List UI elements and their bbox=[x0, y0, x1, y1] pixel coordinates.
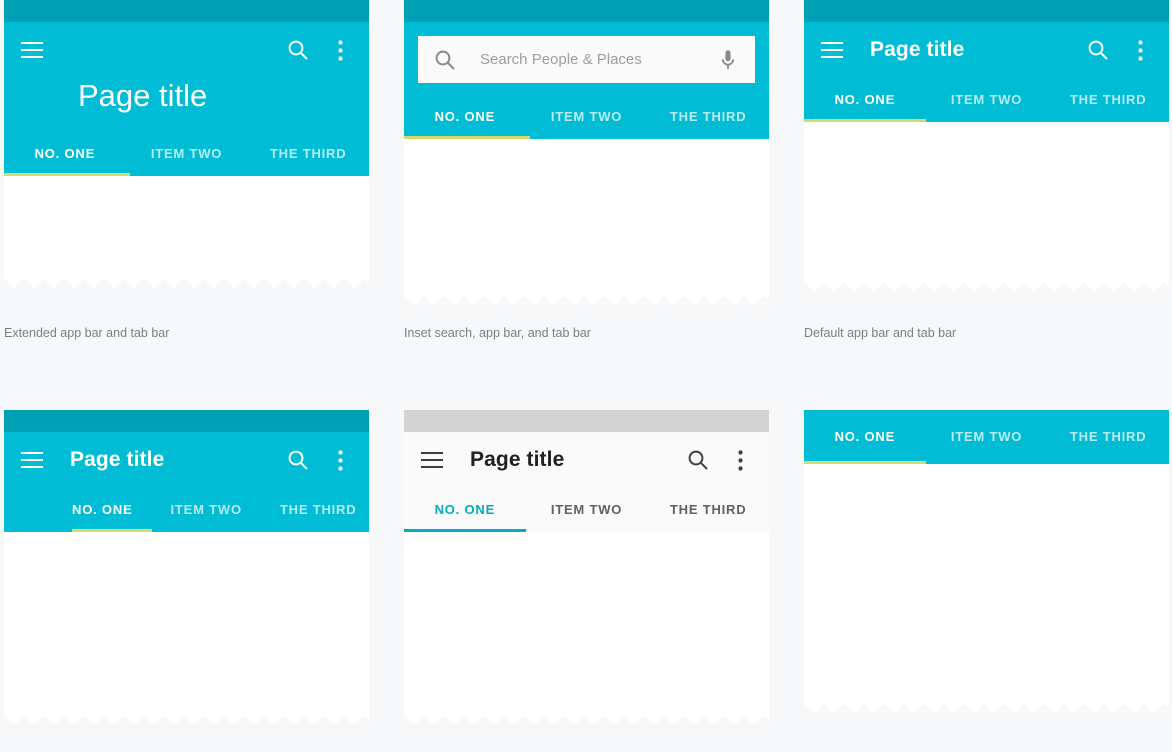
torn-edge bbox=[804, 700, 1169, 713]
tab-the-third[interactable]: THE THIRD bbox=[1047, 78, 1169, 122]
app-bar-row: Page title bbox=[804, 22, 1169, 78]
tab-the-third[interactable]: THE THIRD bbox=[647, 488, 769, 532]
app-bar: Page title NO. ONE ITEM TWO THE THIRD bbox=[4, 432, 369, 532]
tab-item-two[interactable]: ITEM TWO bbox=[526, 95, 648, 139]
app-bar: Page title NO. ONE ITEM TWO THE THIRD bbox=[404, 432, 769, 532]
status-bar bbox=[4, 0, 369, 22]
content-sheet bbox=[804, 122, 1169, 292]
search-input[interactable]: Search People & Places bbox=[480, 51, 715, 68]
phone-frame: Page title NO. ONE ITEM TWO THE THIRD bbox=[804, 0, 1169, 292]
page-title: Page title bbox=[70, 448, 165, 471]
search-icon[interactable] bbox=[685, 447, 711, 473]
status-bar bbox=[4, 410, 369, 432]
app-bar: Page title NO. ONE ITEM TWO THE THIRD bbox=[804, 22, 1169, 122]
page-title: Page title bbox=[78, 78, 208, 113]
app-bar-row: Page title bbox=[404, 432, 769, 488]
tab-no-one[interactable]: NO. ONE bbox=[804, 410, 926, 464]
tab-item-two[interactable]: ITEM TWO bbox=[926, 410, 1048, 464]
panel-caption: Inset search, app bar, and tab bar bbox=[404, 326, 591, 340]
search-icon[interactable] bbox=[432, 47, 458, 73]
phone-frame: Page title NO. ONE ITEM TWO THE THIRD bbox=[4, 410, 369, 725]
content-sheet bbox=[804, 464, 1169, 713]
torn-edge bbox=[4, 712, 369, 725]
tab-bar: NO. ONE ITEM TWO THE THIRD bbox=[4, 132, 369, 176]
search-wrap: Search People & Places bbox=[404, 22, 769, 83]
app-bar-row: Page title bbox=[4, 432, 369, 488]
hamburger-menu-icon[interactable] bbox=[20, 41, 44, 59]
tab-bar: NO. ONE ITEM TWO THE THIRD bbox=[404, 488, 769, 532]
panel-scrollable-tab-bar: Page title NO. ONE ITEM TWO THE THIRD bbox=[0, 405, 400, 752]
content-sheet bbox=[404, 532, 769, 725]
tab-no-one[interactable]: NO. ONE bbox=[404, 95, 526, 139]
phone-frame: NO. ONE ITEM TWO THE THIRD bbox=[804, 410, 1169, 713]
app-bar-row bbox=[4, 22, 369, 78]
hamburger-menu-icon[interactable] bbox=[420, 451, 444, 469]
torn-edge bbox=[4, 275, 369, 288]
content-sheet bbox=[404, 139, 769, 305]
panel-caption: Default app bar and tab bar bbox=[804, 326, 957, 340]
torn-edge bbox=[804, 279, 1169, 292]
app-bar: Page title NO. ONE ITEM TWO THE THIRD bbox=[4, 22, 369, 176]
tab-item-two[interactable]: ITEM TWO bbox=[526, 488, 648, 532]
panel-extended-app-bar: Page title NO. ONE ITEM TWO THE THIRD Ex… bbox=[0, 0, 400, 405]
search-icon[interactable] bbox=[1085, 37, 1111, 63]
tab-no-one[interactable]: NO. ONE bbox=[4, 132, 126, 176]
tab-the-third[interactable]: THE THIRD bbox=[280, 488, 357, 532]
panel-tab-bar-locked: NO. ONE ITEM TWO THE THIRD Tab bar locke… bbox=[800, 405, 1172, 752]
status-bar bbox=[804, 0, 1169, 22]
more-vert-icon[interactable] bbox=[327, 37, 353, 63]
tab-no-one[interactable]: NO. ONE bbox=[404, 488, 526, 532]
page-title: Page title bbox=[870, 38, 965, 61]
tab-bar: NO. ONE ITEM TWO THE THIRD bbox=[404, 95, 769, 139]
more-vert-icon[interactable] bbox=[327, 447, 353, 473]
panel-grid: Page title NO. ONE ITEM TWO THE THIRD Ex… bbox=[0, 0, 1172, 752]
search-icon[interactable] bbox=[285, 37, 311, 63]
tab-the-third[interactable]: THE THIRD bbox=[647, 95, 769, 139]
tab-bar: NO. ONE ITEM TWO THE THIRD bbox=[804, 410, 1169, 464]
panel-inset-search: Search People & Places NO. ONE ITEM TWO … bbox=[400, 0, 800, 405]
search-icon[interactable] bbox=[285, 447, 311, 473]
hamburger-menu-icon[interactable] bbox=[20, 451, 44, 469]
more-vert-icon[interactable] bbox=[1127, 37, 1153, 63]
tab-the-third[interactable]: THE THIRD bbox=[1047, 410, 1169, 464]
panel-default-app-bar: Page title NO. ONE ITEM TWO THE THIRD De… bbox=[800, 0, 1172, 405]
tab-no-one[interactable]: NO. ONE bbox=[804, 78, 926, 122]
content-sheet bbox=[4, 176, 369, 288]
page-title: Page title bbox=[470, 448, 565, 471]
phone-frame: Search People & Places NO. ONE ITEM TWO … bbox=[404, 0, 769, 305]
hamburger-menu-icon[interactable] bbox=[820, 41, 844, 59]
search-field[interactable]: Search People & Places bbox=[418, 36, 755, 83]
status-bar bbox=[404, 410, 769, 432]
torn-edge bbox=[404, 712, 769, 725]
tab-item-two[interactable]: ITEM TWO bbox=[126, 132, 248, 176]
app-bar: Search People & Places NO. ONE ITEM TWO … bbox=[404, 22, 769, 139]
tab-the-third[interactable]: THE THIRD bbox=[247, 132, 369, 176]
tab-bar: NO. ONE ITEM TWO THE THIRD bbox=[4, 488, 369, 532]
tab-no-one[interactable]: NO. ONE bbox=[72, 488, 133, 532]
status-bar bbox=[404, 0, 769, 22]
more-vert-icon[interactable] bbox=[727, 447, 753, 473]
app-bar: NO. ONE ITEM TWO THE THIRD bbox=[804, 410, 1169, 464]
panel-caption: Extended app bar and tab bar bbox=[4, 326, 170, 340]
phone-frame: Page title NO. ONE ITEM TWO THE THIRD bbox=[404, 410, 769, 725]
panel-text-color-same-as-indicator: Page title NO. ONE ITEM TWO THE THIRD bbox=[400, 405, 800, 752]
tab-item-two[interactable]: ITEM TWO bbox=[926, 78, 1048, 122]
microphone-icon[interactable] bbox=[715, 47, 741, 73]
content-sheet bbox=[4, 532, 369, 725]
phone-frame: Page title NO. ONE ITEM TWO THE THIRD bbox=[4, 0, 369, 288]
tab-bar: NO. ONE ITEM TWO THE THIRD bbox=[804, 78, 1169, 122]
torn-edge bbox=[404, 292, 769, 305]
tab-item-two[interactable]: ITEM TWO bbox=[171, 488, 242, 532]
